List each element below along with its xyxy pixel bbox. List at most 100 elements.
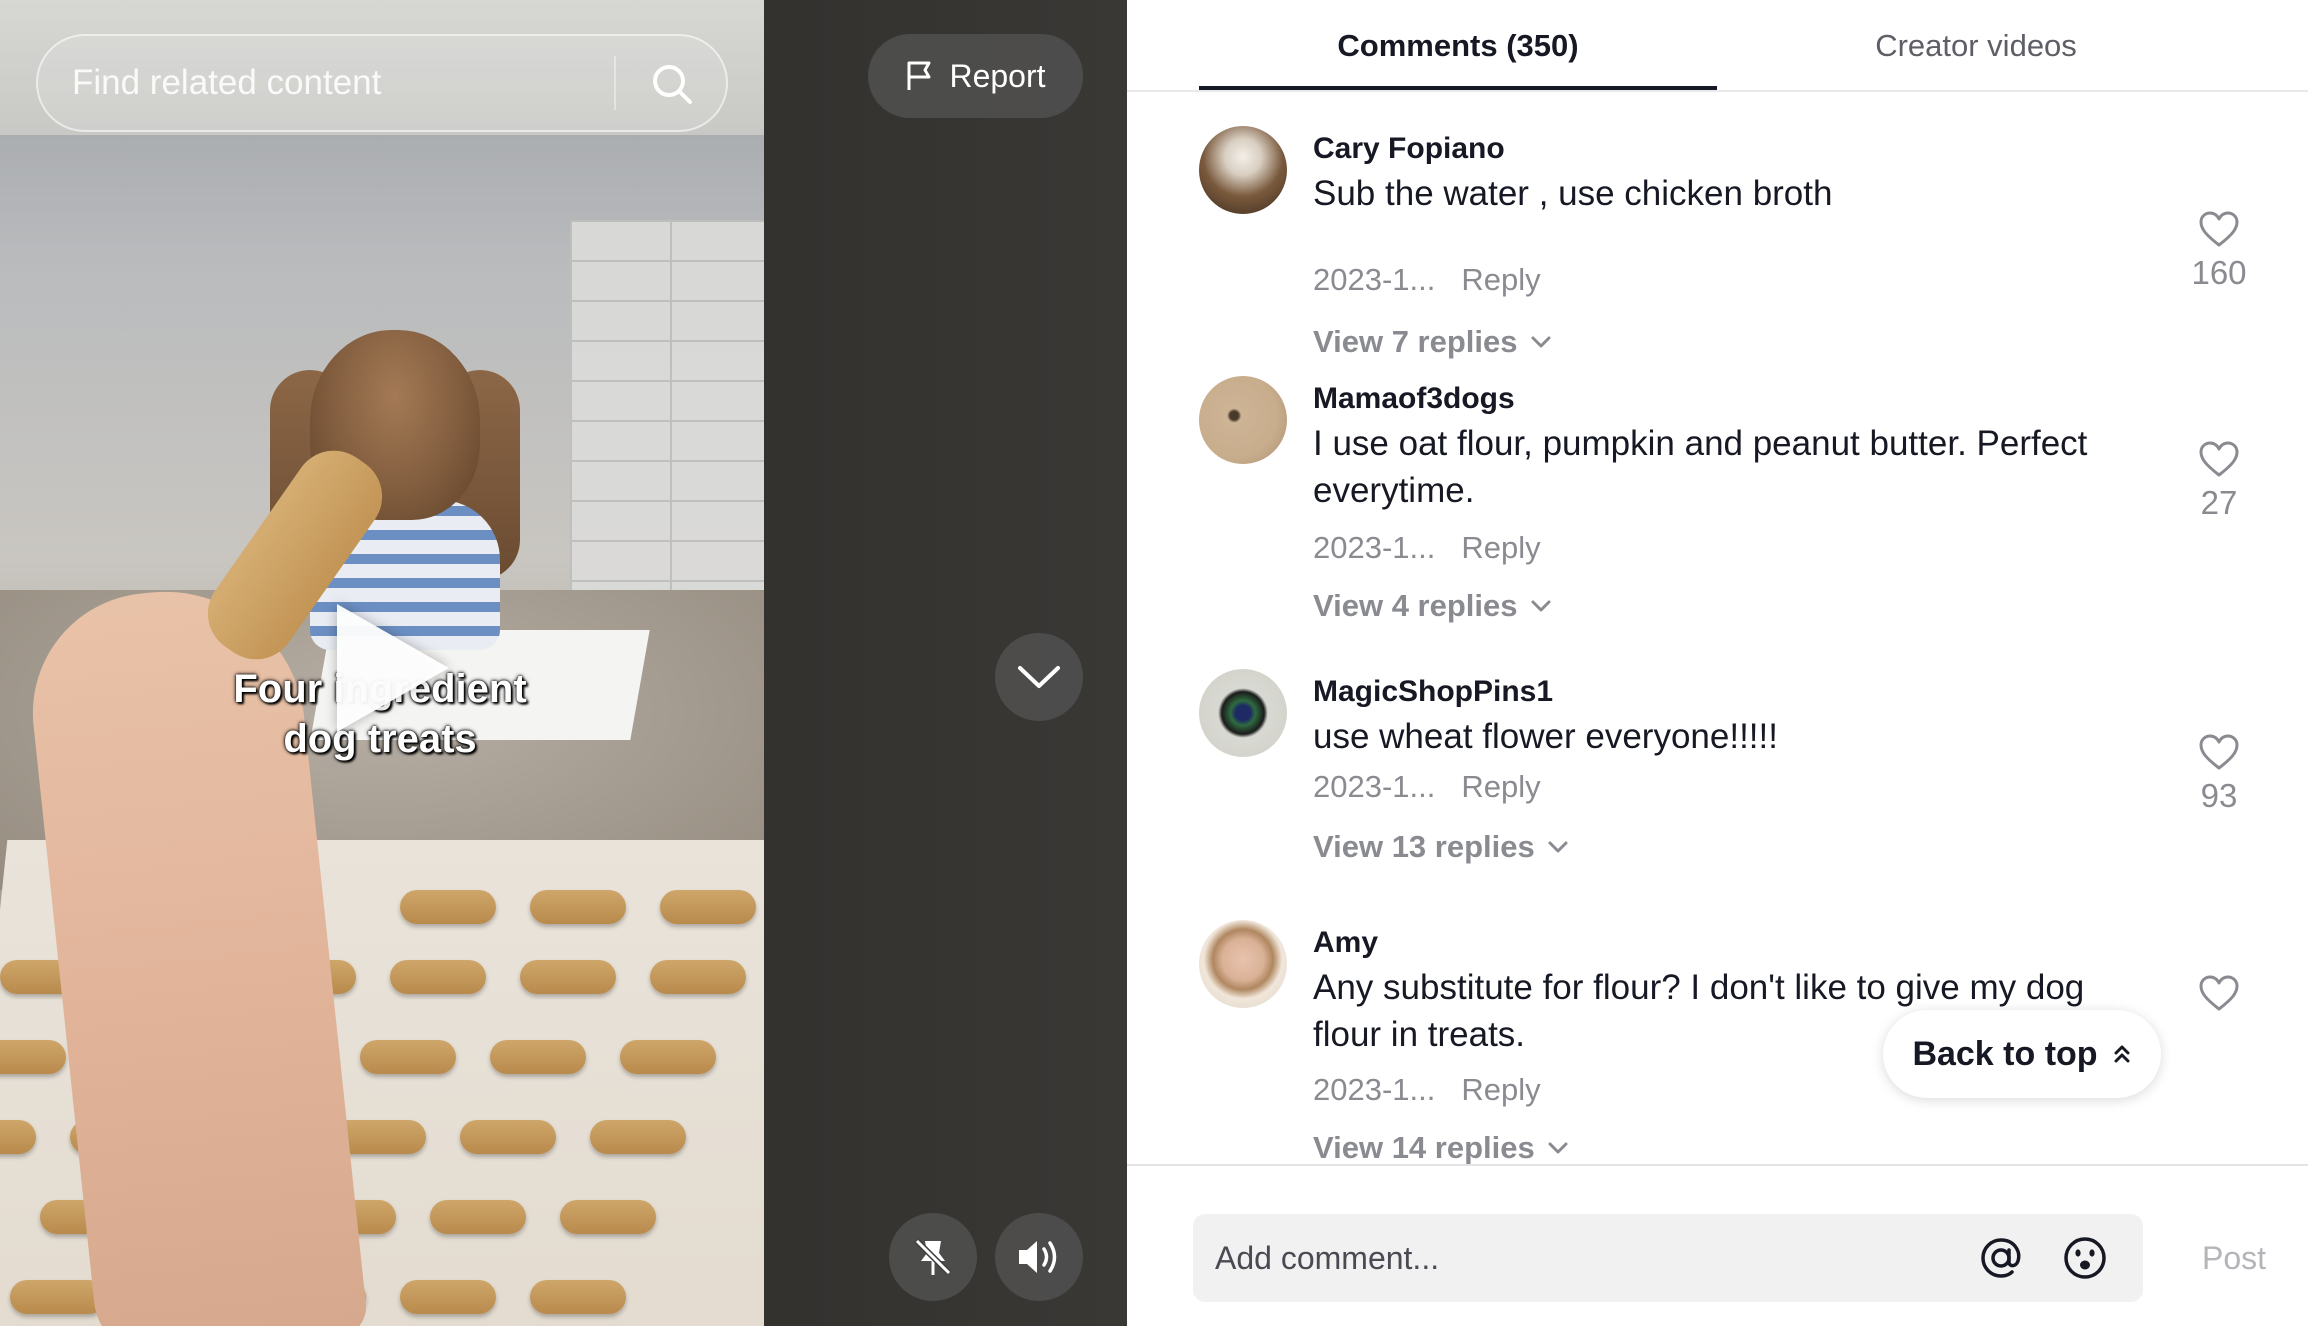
video-frame[interactable]: Four ingredient dog treats (0, 0, 764, 1326)
emoji-icon (2064, 1237, 2106, 1279)
treat-shape (400, 890, 496, 924)
search-divider (614, 56, 616, 110)
chevron-down-icon (1018, 666, 1060, 688)
comment-text: use wheat flower everyone!!!!! (1313, 717, 1778, 756)
flag-icon (907, 61, 931, 90)
view-replies-button[interactable]: View 7 replies (1313, 324, 1552, 360)
comment-item: Cary Fopiano Sub the water , use chicken… (1199, 126, 2247, 359)
treat-shape (0, 1120, 36, 1154)
comment-footer: Post (1127, 1164, 2308, 1326)
treat-shape (650, 960, 746, 994)
heart-icon (2199, 441, 2239, 477)
reply-button[interactable]: Reply (1461, 262, 1540, 297)
view-replies-button[interactable]: View 13 replies (1313, 829, 1569, 865)
heart-icon (2199, 734, 2239, 770)
active-tab-indicator (1199, 86, 1717, 90)
app-root: Four ingredient dog treats Report (0, 0, 2308, 1326)
treat-shape (520, 960, 616, 994)
treat-shape (590, 1120, 686, 1154)
add-comment-box (1193, 1214, 2143, 1302)
comment-meta: 2023-1... Reply (1313, 1072, 1541, 1108)
treat-shape (0, 1040, 66, 1074)
next-video-button[interactable] (995, 633, 1083, 721)
reply-button[interactable]: Reply (1461, 1072, 1540, 1107)
double-chevron-up-icon (2114, 1045, 2130, 1063)
comment-meta: 2023-1... Reply (1313, 530, 1541, 566)
avatar[interactable] (1199, 376, 1287, 464)
comment-date: 2023-1... (1313, 1072, 1436, 1107)
tab-creator-videos[interactable]: Creator videos (1717, 0, 2235, 92)
play-icon[interactable] (337, 604, 449, 732)
panel-tabs: Comments (350) Creator videos (1127, 0, 2308, 92)
treat-shape (530, 1280, 626, 1314)
comment-list[interactable]: Cary Fopiano Sub the water , use chicken… (1127, 92, 2308, 1164)
search-box (36, 34, 728, 132)
treat-shape (620, 1040, 716, 1074)
emoji-button[interactable] (2055, 1228, 2115, 1288)
reply-button[interactable]: Reply (1461, 769, 1540, 804)
comment-date: 2023-1... (1313, 769, 1436, 804)
reply-button[interactable]: Reply (1461, 530, 1540, 565)
pin-off-icon (914, 1238, 952, 1276)
treat-shape (400, 1280, 496, 1314)
treat-shape (390, 960, 486, 994)
tab-comments[interactable]: Comments (350) (1199, 0, 1717, 92)
treat-shape (360, 1040, 456, 1074)
comment-item: MagicShopPins1 use wheat flower everyone… (1199, 669, 2239, 899)
like-count: 27 (2200, 484, 2238, 521)
chevron-down-icon (1531, 600, 1550, 612)
avatar[interactable] (1199, 669, 1287, 757)
back-to-top-button[interactable]: Back to top (1883, 1010, 2161, 1098)
chevron-down-icon (1548, 1142, 1568, 1154)
comments-panel: Comments (350) Creator videos Cary Fopia… (1127, 0, 2308, 1326)
like-button[interactable]: 160 (2184, 210, 2254, 292)
like-count: 93 (2200, 777, 2238, 814)
chevron-down-icon (1531, 336, 1550, 348)
view-replies-button[interactable]: View 14 replies (1313, 1130, 1569, 1164)
volume-icon (1019, 1241, 1057, 1273)
chevron-down-icon (1548, 841, 1568, 853)
search-button[interactable] (634, 46, 710, 122)
view-replies-label: View 4 replies (1313, 588, 1518, 623)
comment-username[interactable]: Mamaof3dogs (1313, 382, 1515, 416)
like-count: 160 (2191, 254, 2247, 291)
comment-date: 2023-1... (1313, 262, 1436, 297)
comment-meta: 2023-1... Reply (1313, 769, 1541, 805)
search-input[interactable] (72, 36, 632, 130)
like-button[interactable] (2184, 974, 2254, 1018)
avatar[interactable] (1199, 920, 1287, 1008)
comment-username[interactable]: Amy (1313, 926, 1378, 960)
view-replies-label: View 13 replies (1313, 829, 1535, 864)
video-scene-backsplash (570, 220, 764, 600)
floating-player-button[interactable] (889, 1213, 977, 1301)
comment-meta: 2023-1... Reply (1313, 262, 1541, 298)
report-button[interactable]: Report (868, 34, 1083, 118)
like-button[interactable]: 93 (2184, 733, 2254, 815)
treat-shape (430, 1200, 526, 1234)
comment-item: Mamaof3dogs I use oat flour, pumpkin and… (1199, 376, 2239, 646)
report-label: Report (949, 57, 1046, 94)
comment-username[interactable]: Cary Fopiano (1313, 132, 1505, 166)
treat-shape (460, 1120, 556, 1154)
treat-shape (530, 890, 626, 924)
back-to-top-label: Back to top (1912, 1034, 2098, 1073)
volume-button[interactable] (995, 1213, 1083, 1301)
search-icon (653, 65, 692, 104)
comment-text: Sub the water , use chicken broth (1313, 174, 1833, 213)
view-replies-label: View 7 replies (1313, 324, 1518, 359)
video-player[interactable]: Four ingredient dog treats Report (0, 0, 1127, 1326)
view-replies-button[interactable]: View 4 replies (1313, 588, 1552, 624)
comment-text: I use oat flour, pumpkin and peanut butt… (1313, 424, 2088, 510)
add-comment-input[interactable] (1215, 1214, 1935, 1302)
treat-shape (660, 890, 756, 924)
comment-date: 2023-1... (1313, 530, 1436, 565)
heart-icon (2199, 211, 2239, 247)
comment-username[interactable]: MagicShopPins1 (1313, 675, 1553, 709)
treat-shape (560, 1200, 656, 1234)
avatar[interactable] (1199, 126, 1287, 214)
mention-button[interactable] (1971, 1228, 2031, 1288)
view-replies-label: View 14 replies (1313, 1130, 1535, 1164)
like-button[interactable]: 27 (2184, 440, 2254, 522)
post-button[interactable]: Post (2179, 1214, 2289, 1302)
heart-icon (2199, 975, 2239, 1011)
